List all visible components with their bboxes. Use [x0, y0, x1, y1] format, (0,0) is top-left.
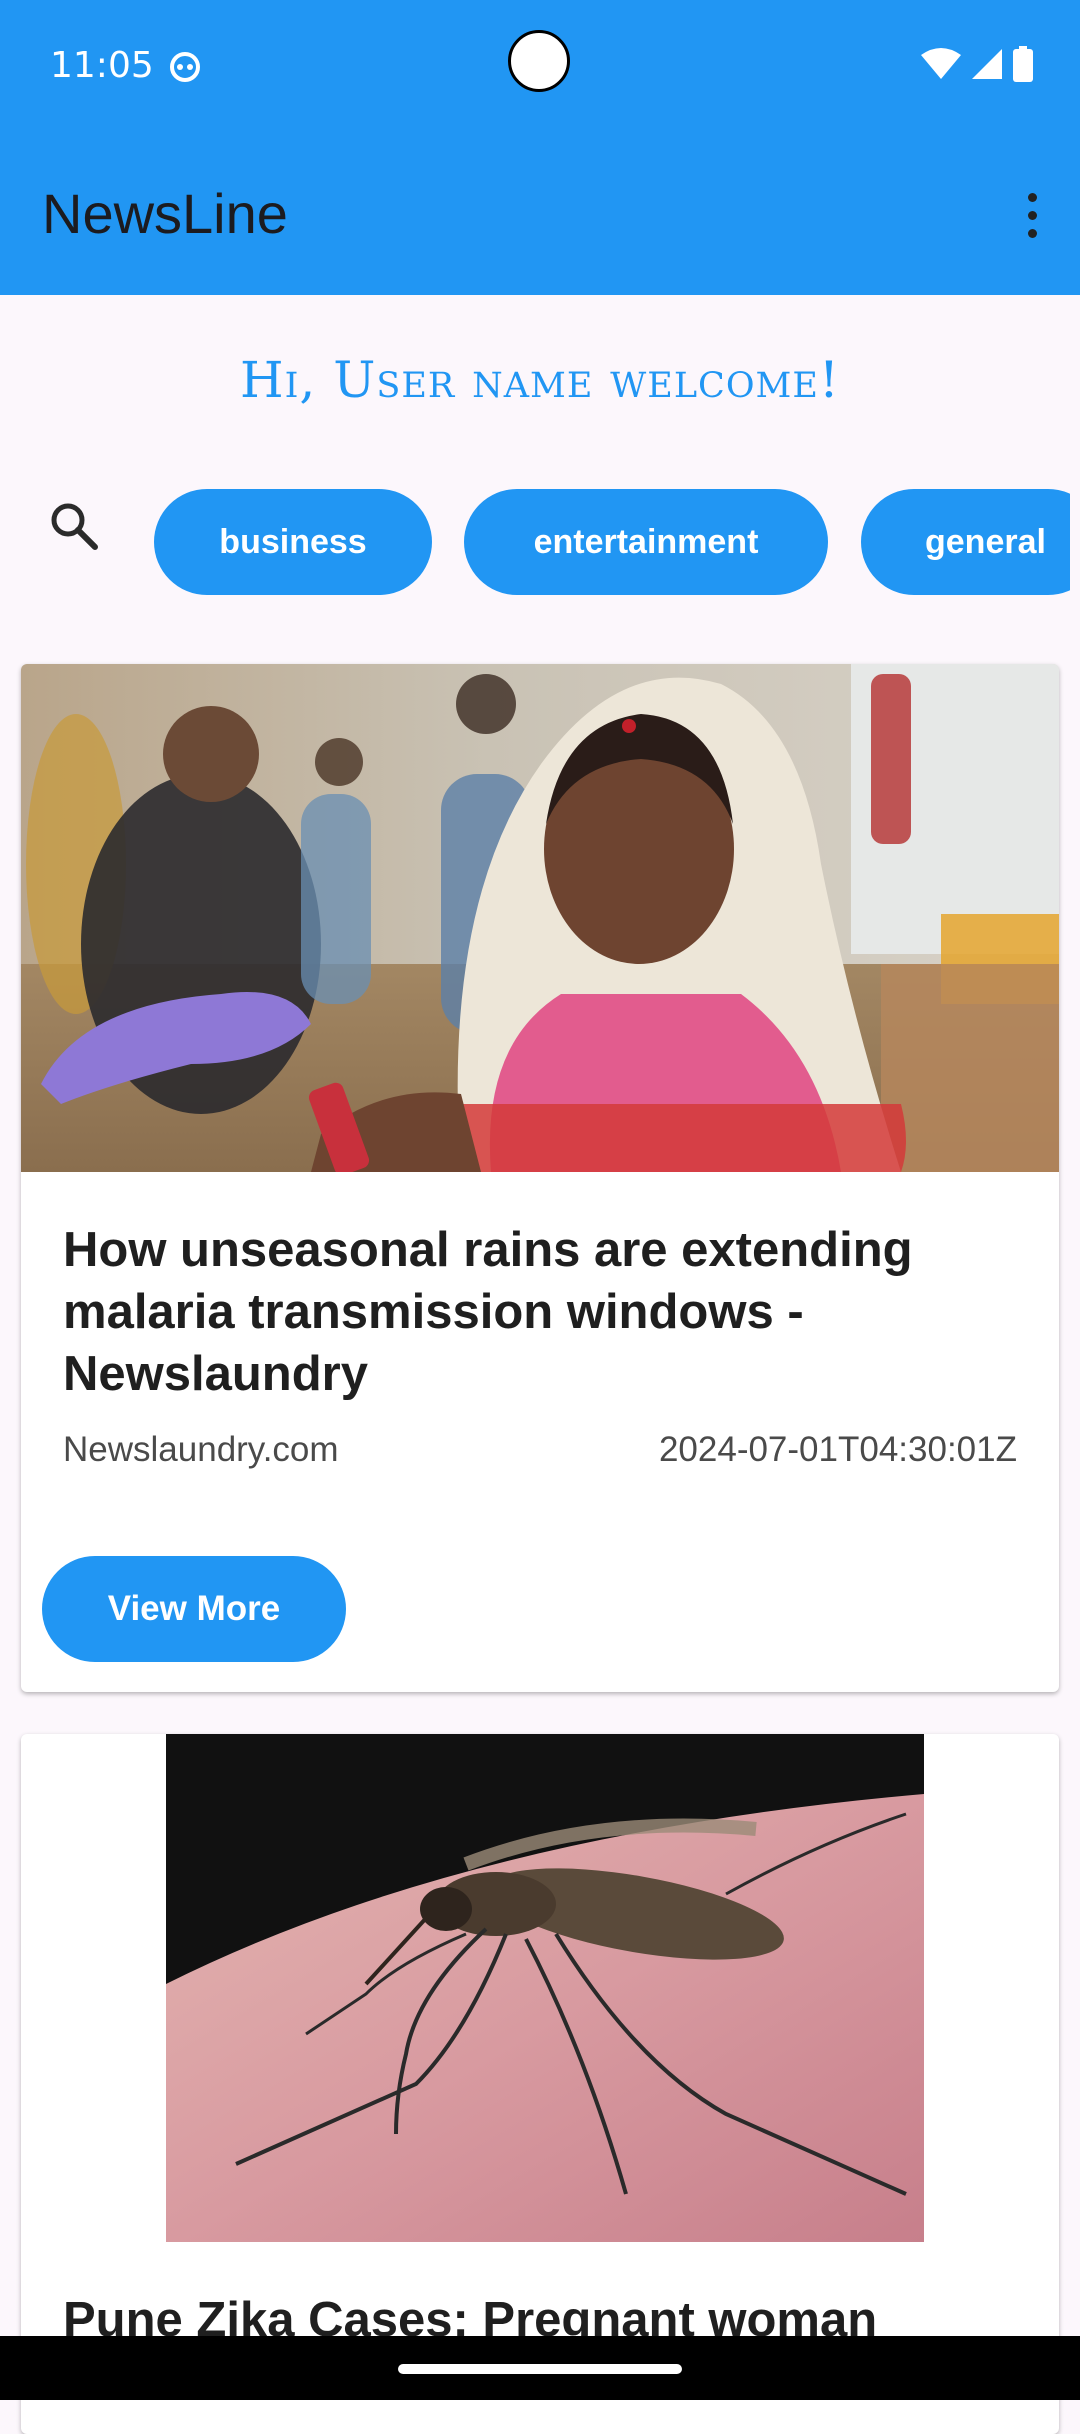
- view-more-button[interactable]: View More: [42, 1556, 346, 1662]
- app-title: NewsLine: [42, 182, 288, 245]
- battery-icon: [1013, 46, 1033, 82]
- navigation-bar: [0, 2336, 1080, 2400]
- status-bar: 11:05: [0, 0, 1080, 130]
- chip-general[interactable]: general: [861, 489, 1070, 595]
- home-gesture-handle[interactable]: [398, 2364, 682, 2374]
- article-date: 2024-07-01T04:30:01Z: [658, 1430, 1017, 1469]
- signal-icon: [972, 49, 1002, 79]
- wifi-icon: [921, 48, 961, 79]
- search-button[interactable]: [42, 490, 106, 562]
- status-icons: [920, 44, 1034, 84]
- more-vert-icon[interactable]: [1004, 170, 1060, 260]
- chip-entertainment[interactable]: entertainment: [464, 489, 828, 595]
- chip-business[interactable]: business: [154, 489, 432, 595]
- search-icon: [51, 503, 98, 550]
- app-notification-icon: [170, 52, 200, 82]
- article-image: [21, 664, 1059, 1172]
- camera-cutout: [508, 30, 570, 92]
- status-time: 11:05: [50, 45, 154, 86]
- welcome-message: Hi, User name welcome!: [239, 351, 841, 409]
- article-source: Newslaundry.com: [63, 1430, 339, 1469]
- mosquito-on-skin-photo: [166, 1734, 924, 2242]
- article-card[interactable]: Pune Zika Cases: Pregnant woman: [21, 1734, 1059, 2434]
- category-chips: business entertainment general: [154, 489, 1070, 595]
- article-card[interactable]: How unseasonal rains are extending malar…: [21, 664, 1059, 1692]
- woman-health-checkup-photo: [21, 664, 1059, 1172]
- app-bar: NewsLine: [0, 130, 1080, 295]
- article-image: [166, 1734, 924, 2242]
- article-title: How unseasonal rains are extending malar…: [63, 1223, 913, 1401]
